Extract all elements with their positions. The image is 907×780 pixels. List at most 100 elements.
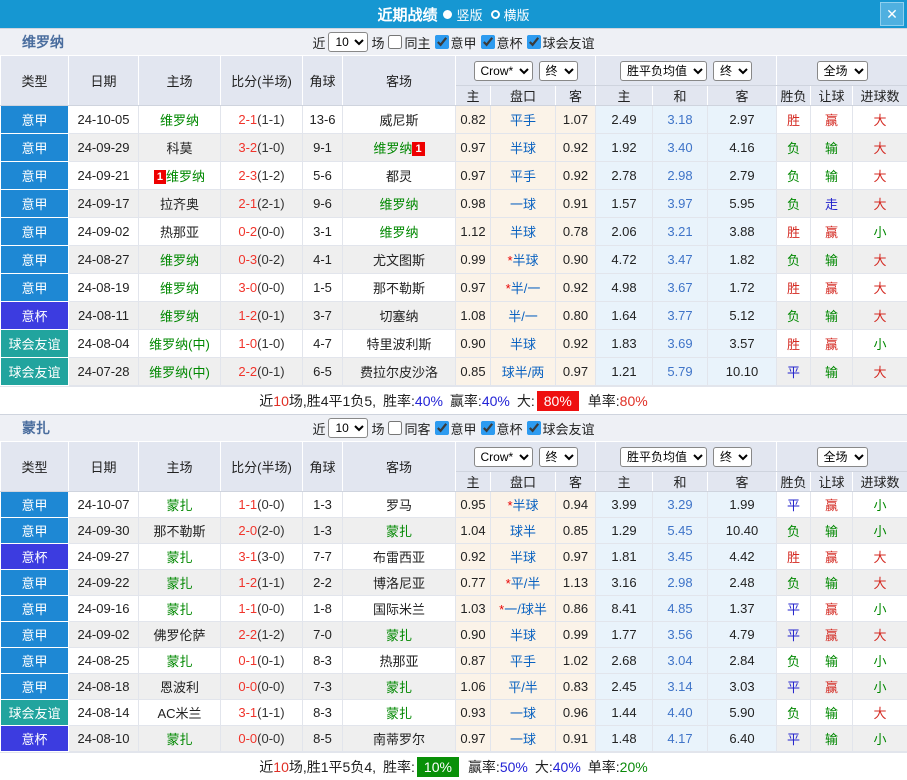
radio-horizontal-icon[interactable] xyxy=(491,10,500,19)
competition-option-1[interactable]: 意杯 xyxy=(480,33,523,52)
handicap-cell: 平手 xyxy=(491,106,556,134)
same-venue-checkbox[interactable] xyxy=(388,421,402,435)
team-label: 费拉尔皮沙洛 xyxy=(360,365,438,380)
match-count-select[interactable]: 10 xyxy=(328,32,368,52)
handicap-cell: 平手 xyxy=(491,162,556,190)
score-cell: 3-1(3-0) xyxy=(221,544,303,570)
type-cell: 意杯 xyxy=(1,544,69,570)
away-team: 威尼斯 xyxy=(343,106,456,134)
competition-checkbox-0[interactable] xyxy=(435,35,449,49)
avg-draw: 3.56 xyxy=(653,622,708,648)
same-venue-checkbox[interactable] xyxy=(388,35,402,49)
bookmaker-select[interactable]: Crow* xyxy=(474,447,533,467)
close-button[interactable]: ✕ xyxy=(880,2,904,26)
col-header-0: 类型 xyxy=(1,442,69,492)
handicap-cell: 球半/两 xyxy=(491,358,556,386)
corner-cell: 4-1 xyxy=(303,246,343,274)
away-odds: 0.97 xyxy=(556,358,596,386)
radio-vertical-icon[interactable] xyxy=(443,10,452,19)
radio-horizontal-label[interactable]: 横版 xyxy=(504,5,530,24)
handicap-cell: 球半 xyxy=(491,518,556,544)
result-handicap: 输 xyxy=(811,134,853,162)
halftime-score: (0-0) xyxy=(257,601,284,616)
result-wdl: 胜 xyxy=(777,218,811,246)
same-venue-option[interactable]: 同客 xyxy=(387,419,430,438)
result-goals: 小 xyxy=(853,596,907,622)
dropdown-group-2: 全场 xyxy=(777,442,907,472)
competition-checkbox-2[interactable] xyxy=(527,421,541,435)
result-handicap: 赢 xyxy=(811,492,853,518)
avg-away: 10.10 xyxy=(708,358,777,386)
result-goals: 大 xyxy=(853,570,907,596)
competition-option-2[interactable]: 球会友谊 xyxy=(526,33,595,52)
close-icon: ✕ xyxy=(886,6,898,23)
date-cell: 24-08-25 xyxy=(69,648,139,674)
halftime-score: (1-0) xyxy=(257,140,284,155)
corner-cell: 3-1 xyxy=(303,218,343,246)
date-cell: 24-09-16 xyxy=(69,596,139,622)
type-cell: 意甲 xyxy=(1,106,69,134)
title-bar: 近期战绩 竖版 横版 ✕ xyxy=(0,0,907,28)
avg-select[interactable]: 胜平负均值 xyxy=(620,61,707,81)
stat-value: 10% xyxy=(417,757,459,777)
results-table: 类型日期主场比分(半场)角球客场Crow*终胜平负均值终全场主盘口客主和客胜负让… xyxy=(0,441,907,752)
competition-checkbox-1[interactable] xyxy=(481,35,495,49)
competition-option-0[interactable]: 意甲 xyxy=(434,33,477,52)
home-odds: 0.85 xyxy=(456,358,491,386)
corner-cell: 13-6 xyxy=(303,106,343,134)
team-label: 维罗纳 xyxy=(166,169,205,184)
score-cell: 1-1(0-0) xyxy=(221,596,303,622)
handicap-label: 半/一 xyxy=(511,281,541,296)
competition-option-1[interactable]: 意杯 xyxy=(480,419,523,438)
home-team: 蒙扎 xyxy=(139,544,221,570)
sub-header-4: 和 xyxy=(653,472,708,492)
type-cell: 球会友谊 xyxy=(1,330,69,358)
fulltime-score: 0-0 xyxy=(238,731,257,746)
competition-label: 球会友谊 xyxy=(543,419,595,438)
col-header-1: 日期 xyxy=(69,442,139,492)
sub-header-4: 和 xyxy=(653,86,708,106)
table-row: 球会友谊24-08-14AC米兰3-1(1-1)8-3蒙扎0.93一球0.961… xyxy=(1,700,907,726)
result-wdl: 负 xyxy=(777,134,811,162)
radio-vertical-label[interactable]: 竖版 xyxy=(456,5,482,24)
competition-label: 球会友谊 xyxy=(543,33,595,52)
scope-select[interactable]: 全场 xyxy=(817,447,868,467)
match-count-select[interactable]: 10 xyxy=(328,418,368,438)
date-cell: 24-08-18 xyxy=(69,674,139,700)
team-label: 那不勒斯 xyxy=(153,524,205,539)
competition-option-0[interactable]: 意甲 xyxy=(434,419,477,438)
avg-select[interactable]: 胜平负均值 xyxy=(620,447,707,467)
avg-draw: 4.17 xyxy=(653,726,708,752)
bookmaker-select[interactable]: Crow* xyxy=(474,61,533,81)
home-odds: 1.06 xyxy=(456,674,491,700)
avg-home: 1.48 xyxy=(596,726,653,752)
period-select-1[interactable]: 终 xyxy=(539,447,578,467)
competition-checkbox-0[interactable] xyxy=(435,421,449,435)
avg-draw: 3.77 xyxy=(653,302,708,330)
summary-stat-1: 赢率:40% xyxy=(450,391,510,411)
avg-away: 3.03 xyxy=(708,674,777,700)
col-header-2: 主场 xyxy=(139,56,221,106)
result-goals: 大 xyxy=(853,544,907,570)
team-name: 蒙扎 xyxy=(22,418,50,438)
avg-away: 4.42 xyxy=(708,544,777,570)
same-venue-option[interactable]: 同主 xyxy=(387,33,430,52)
result-wdl: 负 xyxy=(777,162,811,190)
result-goals: 大 xyxy=(853,246,907,274)
avg-home: 8.41 xyxy=(596,596,653,622)
scope-select[interactable]: 全场 xyxy=(817,61,868,81)
table-row: 意甲24-08-18恩波利0-0(0-0)7-3蒙扎1.06平/半0.832.4… xyxy=(1,674,907,700)
team-label: 恩波利 xyxy=(160,680,199,695)
date-cell: 24-09-30 xyxy=(69,518,139,544)
period-select-2[interactable]: 终 xyxy=(713,447,752,467)
competition-option-2[interactable]: 球会友谊 xyxy=(526,419,595,438)
table-row: 意甲24-08-27维罗纳0-3(0-2)4-1尤文图斯0.99*半球0.904… xyxy=(1,246,907,274)
team-label: 国际米兰 xyxy=(373,602,425,617)
period-select-2[interactable]: 终 xyxy=(713,61,752,81)
competition-checkbox-2[interactable] xyxy=(527,35,541,49)
type-cell: 意甲 xyxy=(1,622,69,648)
period-select-1[interactable]: 终 xyxy=(539,61,578,81)
competition-checkbox-1[interactable] xyxy=(481,421,495,435)
team-label: 蒙扎 xyxy=(166,498,192,513)
avg-away: 2.48 xyxy=(708,570,777,596)
